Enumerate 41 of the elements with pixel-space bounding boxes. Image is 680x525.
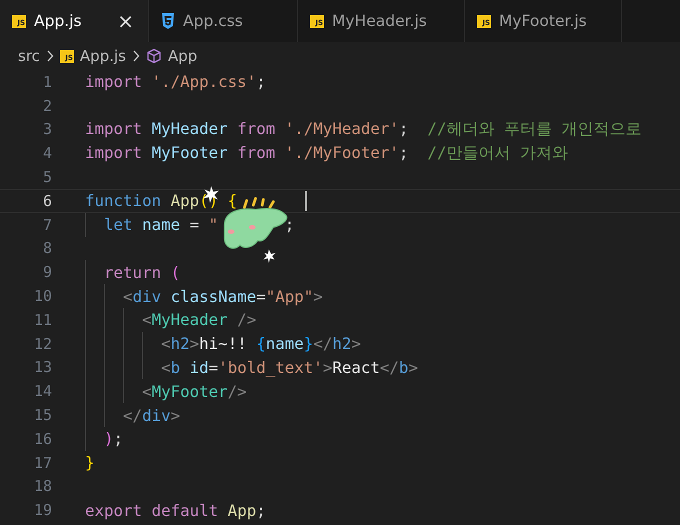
breadcrumb-item[interactable]: App.js (80, 47, 126, 65)
line-number: 9 (42, 263, 52, 282)
line-number: 6 (42, 192, 52, 210)
line-number: 18 (32, 477, 52, 496)
line-number: 3 (42, 120, 52, 138)
line-number: 15 (32, 406, 52, 424)
code-line: <div className="App"> (122, 286, 323, 306)
chevron-right-icon (132, 50, 140, 62)
line-number: 11 (32, 310, 52, 329)
line-number: 4 (42, 144, 52, 162)
line-number: 17 (32, 454, 52, 472)
code-line: <h2>hi~!! {name}</h2> (160, 334, 361, 354)
breadcrumb-item[interactable]: src (18, 47, 40, 65)
line-number: 13 (32, 358, 52, 376)
line-number: 8 (42, 239, 52, 258)
line-number: 7 (42, 216, 52, 234)
code-line: <MyFooter/> (141, 382, 247, 401)
line-number: 16 (32, 430, 52, 448)
code-line: </div> (122, 406, 180, 425)
line-number: 19 (32, 501, 52, 520)
line-number: 5 (42, 168, 52, 186)
code-line: <MyHeader /> (141, 310, 256, 330)
css-file-icon (161, 13, 175, 29)
line-number: 2 (42, 96, 52, 115)
cube-icon (146, 48, 162, 64)
code-line: export default App; (85, 500, 266, 520)
code-line: <b id='bold_text'>React</b> (160, 358, 418, 377)
breadcrumb-item[interactable]: App (168, 47, 198, 65)
line-number: 1 (42, 72, 52, 91)
line-number: 12 (32, 334, 52, 353)
code-line: import MyHeader from './MyHeader'; //헤더와 푸터를 개인적으로 (85, 118, 642, 140)
line-number: 14 (32, 382, 52, 400)
line-number: 10 (32, 287, 52, 306)
close-icon[interactable]: × (117, 11, 134, 31)
code-line: return ( (103, 262, 180, 282)
code-line: ); (103, 429, 124, 448)
code-line: let name = " ; (103, 215, 294, 234)
code-line: } (85, 453, 95, 472)
code-line: import './App.css'; (85, 72, 266, 92)
chevron-right-icon (46, 50, 54, 62)
code-line: import MyFooter from './MyFooter'; //만들어서 가져와 (85, 142, 568, 164)
